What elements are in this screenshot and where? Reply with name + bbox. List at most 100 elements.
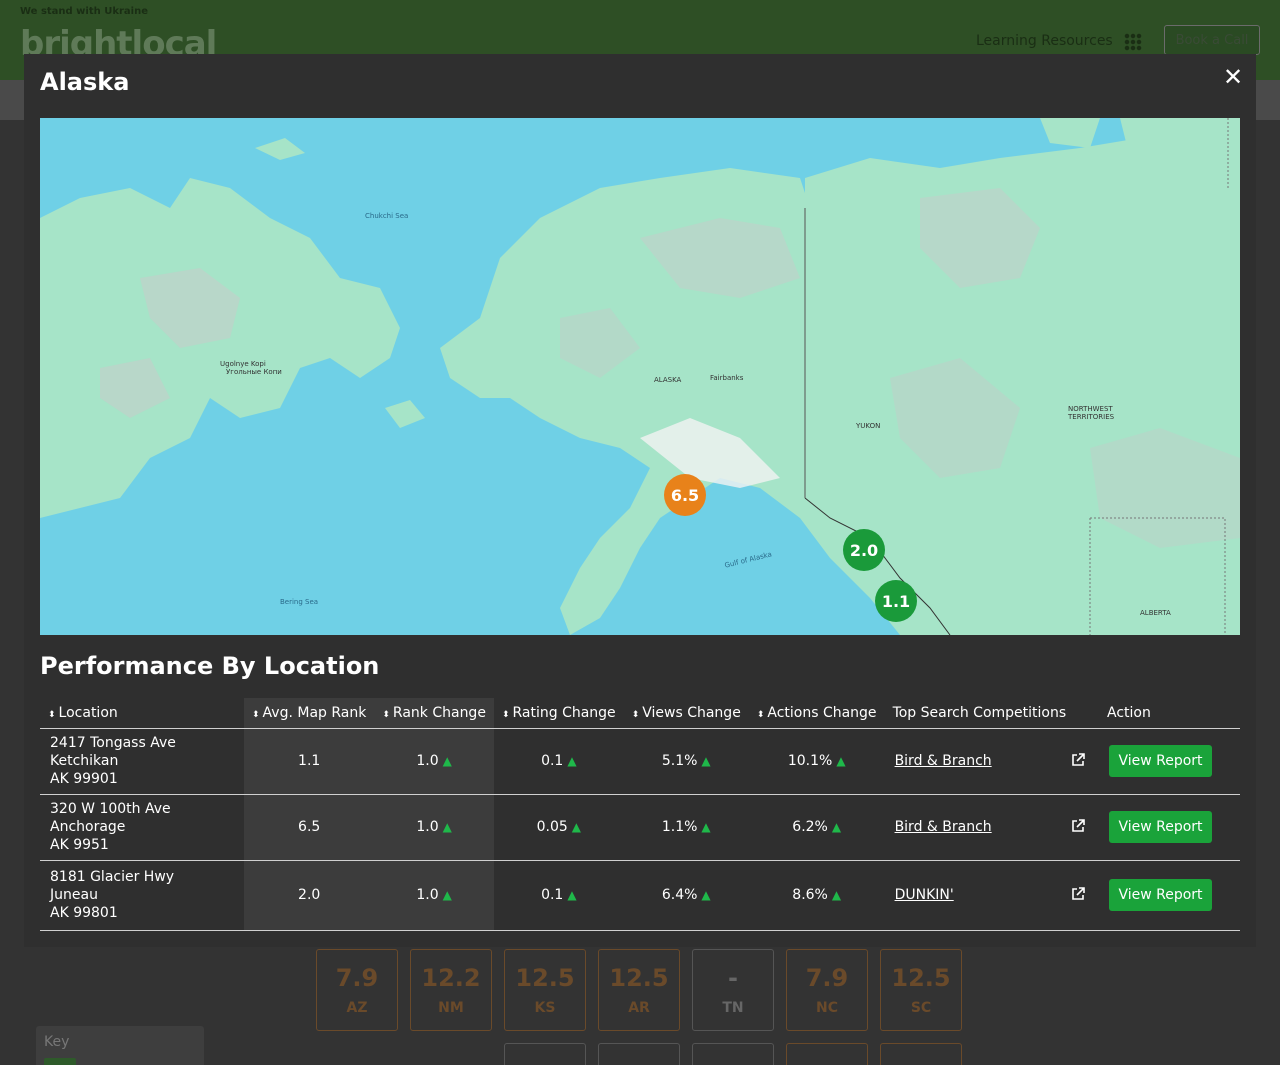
views-change-cell: 5.1% ▲ bbox=[623, 728, 749, 795]
competitor-cell: DUNKIN' bbox=[884, 860, 1099, 931]
map-marker-anchorage[interactable]: 6.5 bbox=[664, 474, 706, 516]
arrow-up-icon: ▲ bbox=[571, 820, 582, 834]
location-modal: Alaska ✕ Chukchi Sea Ugolnye Kopi Угольн… bbox=[24, 54, 1256, 947]
competitor-link[interactable]: Bird & Branch bbox=[895, 753, 992, 769]
avg-rank-cell: 2.0 bbox=[244, 860, 375, 931]
view-report-button[interactable]: View Report bbox=[1109, 879, 1212, 911]
arrow-up-icon: ▲ bbox=[567, 888, 577, 902]
state-tile[interactable]: 7.9 NC bbox=[786, 949, 868, 1031]
state-tile[interactable] bbox=[880, 1043, 962, 1065]
key-swatch bbox=[44, 1058, 76, 1065]
alaska-map[interactable]: Chukchi Sea Ugolnye Kopi Угольные Копи A… bbox=[40, 118, 1240, 635]
rank-change-cell: 1.0 ▲ bbox=[374, 860, 494, 931]
state-tile[interactable]: 12.5 SC bbox=[880, 949, 962, 1031]
arrow-up-icon: ▲ bbox=[701, 754, 711, 768]
view-report-button[interactable]: View Report bbox=[1109, 811, 1212, 843]
arrow-up-icon: ▲ bbox=[442, 820, 452, 834]
sort-icon: ⬍ bbox=[48, 709, 56, 720]
map-key: Key bbox=[36, 1026, 204, 1065]
table-row: 2417 Tongass Ave Ketchikan AK 99901 1.1 … bbox=[40, 728, 1240, 795]
map-marker-ketchikan[interactable]: 1.1 bbox=[875, 580, 917, 622]
state-tile[interactable]: 12.5 KS bbox=[504, 949, 586, 1031]
competitor-cell: Bird & Branch bbox=[884, 794, 1099, 861]
rank-change-cell: 1.0 ▲ bbox=[374, 728, 494, 795]
arrow-up-icon: ▲ bbox=[836, 754, 846, 768]
location-cell: 2417 Tongass Ave Ketchikan AK 99901 bbox=[40, 728, 244, 795]
rating-change-cell: 0.1 ▲ bbox=[493, 860, 624, 931]
state-tile[interactable] bbox=[504, 1043, 586, 1065]
map-label-alaska: ALASKA bbox=[654, 376, 682, 384]
location-cell: 320 W 100th Ave Anchorage AK 9951 bbox=[40, 794, 244, 861]
learning-resources-link[interactable]: Learning Resources bbox=[976, 33, 1113, 49]
sort-icon: ⬍ bbox=[382, 709, 390, 720]
modal-title: Alaska bbox=[40, 68, 130, 96]
views-change-cell: 6.4% ▲ bbox=[623, 860, 749, 931]
key-label: Key bbox=[44, 1034, 70, 1050]
map-label-ugolnye-ru: Угольные Копи bbox=[226, 368, 282, 376]
apps-grid-icon[interactable] bbox=[1124, 33, 1142, 51]
header-rating-change[interactable]: ⬍ Rating Change bbox=[493, 698, 624, 729]
external-link-icon[interactable] bbox=[1071, 753, 1085, 767]
arrow-up-icon: ▲ bbox=[831, 888, 842, 902]
rating-change-cell: 0.05 ▲ bbox=[493, 794, 624, 861]
header-avg-rank[interactable]: ⬍ Avg. Map Rank bbox=[244, 698, 375, 729]
table-header-row: ⬍ Location ⬍ Avg. Map Rank ⬍ Rank Change ⬍ R… bbox=[40, 698, 1240, 729]
sort-icon: ⬍ bbox=[501, 709, 510, 720]
state-tile[interactable]: 12.5 AR bbox=[598, 949, 680, 1031]
state-tile[interactable]: 7.9 AZ bbox=[316, 949, 398, 1031]
map-label-nwt: NORTHWEST TERRITORIES bbox=[1068, 405, 1115, 421]
map-label-ugolnye: Ugolnye Kopi bbox=[220, 360, 266, 368]
performance-table: ⬍ Location ⬍ Avg. Map Rank ⬍ Rank Change ⬍ R… bbox=[40, 698, 1240, 931]
header-views-change[interactable]: ⬍ Views Change bbox=[623, 698, 749, 729]
action-cell: View Report bbox=[1099, 860, 1240, 931]
arrow-up-icon: ▲ bbox=[701, 820, 711, 834]
state-tile[interactable] bbox=[692, 1043, 774, 1065]
competitor-cell: Bird & Branch bbox=[884, 728, 1099, 795]
action-cell: View Report bbox=[1099, 794, 1240, 861]
external-link-icon[interactable] bbox=[1071, 819, 1085, 833]
ukraine-banner: We stand with Ukraine bbox=[20, 6, 149, 17]
book-call-button[interactable]: Book a Call bbox=[1164, 25, 1260, 55]
header-actions-change[interactable]: ⬍ Actions Change bbox=[748, 698, 885, 729]
map-label-bering: Bering Sea bbox=[280, 598, 319, 606]
header-action: Action bbox=[1099, 698, 1240, 729]
sort-icon: ⬍ bbox=[252, 709, 260, 720]
state-tile[interactable]: - TN bbox=[692, 949, 774, 1031]
table-row: 320 W 100th Ave Anchorage AK 9951 6.5 1.… bbox=[40, 794, 1240, 861]
sort-icon: ⬍ bbox=[631, 709, 640, 720]
close-icon[interactable]: ✕ bbox=[1220, 63, 1246, 91]
header-location[interactable]: ⬍ Location bbox=[40, 698, 244, 729]
competitor-link[interactable]: DUNKIN' bbox=[895, 887, 954, 903]
state-tile[interactable]: 12.2 NM bbox=[410, 949, 492, 1031]
arrow-up-icon: ▲ bbox=[442, 888, 452, 902]
header-top-search: Top Search Competitions bbox=[884, 698, 1099, 729]
state-tiles-row-2 bbox=[504, 1043, 962, 1065]
state-tile[interactable] bbox=[786, 1043, 868, 1065]
map-label-chukchi: Chukchi Sea bbox=[365, 212, 409, 220]
map-marker-juneau[interactable]: 2.0 bbox=[843, 529, 885, 571]
actions-change-cell: 8.6% ▲ bbox=[748, 860, 885, 931]
actions-change-cell: 10.1% ▲ bbox=[748, 728, 885, 795]
rank-change-cell: 1.0 ▲ bbox=[374, 794, 494, 861]
view-report-button[interactable]: View Report bbox=[1109, 745, 1212, 777]
rating-change-cell: 0.1 ▲ bbox=[493, 728, 624, 795]
location-cell: 8181 Glacier Hwy Juneau AK 99801 bbox=[40, 860, 244, 931]
state-tiles: 7.9 AZ 12.2 NM 12.5 KS 12.5 AR - TN 7.9 NC 12.… bbox=[316, 949, 962, 1031]
actions-change-cell: 6.2% ▲ bbox=[748, 794, 885, 861]
arrow-up-icon: ▲ bbox=[567, 754, 577, 768]
competitor-link[interactable]: Bird & Branch bbox=[895, 819, 992, 835]
table-row: 8181 Glacier Hwy Juneau AK 99801 2.0 1.0… bbox=[40, 860, 1240, 931]
state-tile[interactable] bbox=[598, 1043, 680, 1065]
arrow-up-icon: ▲ bbox=[701, 888, 711, 902]
map-label-alberta: ALBERTA bbox=[1140, 609, 1171, 617]
map-label-yukon: YUKON bbox=[856, 422, 881, 430]
section-title: Performance By Location bbox=[40, 652, 380, 680]
sort-icon: ⬍ bbox=[756, 709, 765, 720]
header-rank-change[interactable]: ⬍ Rank Change bbox=[374, 698, 494, 729]
external-link-icon[interactable] bbox=[1071, 887, 1085, 901]
avg-rank-cell: 6.5 bbox=[244, 794, 375, 861]
arrow-up-icon: ▲ bbox=[831, 820, 842, 834]
views-change-cell: 1.1% ▲ bbox=[623, 794, 749, 861]
map-terrain bbox=[40, 118, 1240, 635]
action-cell: View Report bbox=[1099, 728, 1240, 795]
